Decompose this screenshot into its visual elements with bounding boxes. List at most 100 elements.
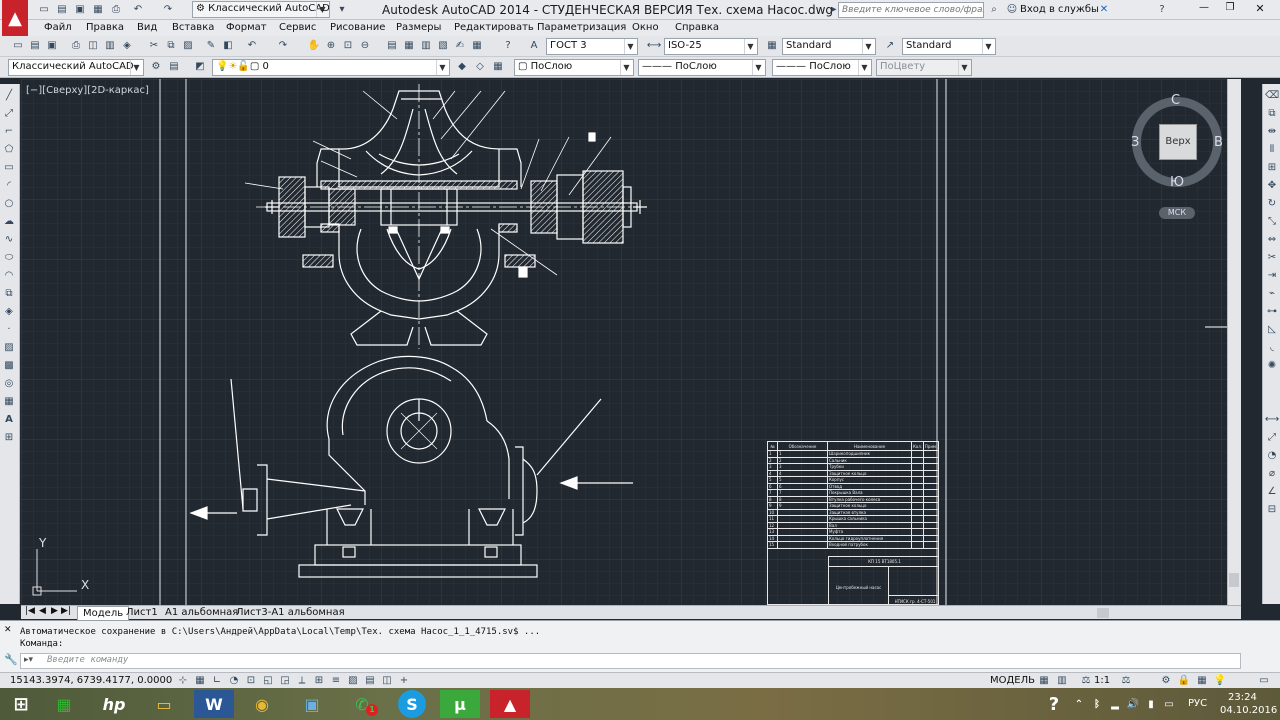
tab-sheet1[interactable]: Лист1: [121, 606, 163, 620]
color-select[interactable]: ▢ ПоСлою ▼: [514, 59, 634, 76]
qa-new-icon[interactable]: ▭: [36, 2, 52, 18]
menu-insert[interactable]: Вставка: [172, 22, 214, 33]
save-icon[interactable]: ▣: [44, 38, 60, 54]
arc-icon[interactable]: ◜: [1, 178, 17, 194]
mtext-icon[interactable]: A: [1, 412, 17, 428]
dim-style-select[interactable]: ISO-25 ▼: [664, 38, 758, 55]
quick-view-layouts-icon[interactable]: ▦: [1036, 673, 1052, 689]
word-icon[interactable]: W: [194, 690, 234, 718]
minimize-button[interactable]: —: [1192, 2, 1216, 17]
properties-icon[interactable]: ▤: [384, 38, 400, 54]
layer-select[interactable]: 💡☀🔓▢ 0 ▼: [212, 59, 450, 76]
tab-prev-icon[interactable]: ◀: [39, 606, 46, 616]
search-icon[interactable]: ⌕: [986, 2, 1002, 18]
menu-tools[interactable]: Сервис: [279, 22, 316, 33]
gradient-icon[interactable]: ▩: [1, 358, 17, 374]
menu-format[interactable]: Формат: [226, 22, 267, 33]
coordinates-readout[interactable]: 15143.3974, 6739.4177, 0.0000: [10, 675, 172, 686]
qa-print-icon[interactable]: ⎙: [108, 2, 124, 18]
revcloud-icon[interactable]: ☁: [1, 214, 17, 230]
workspace-quick-select[interactable]: ⚙ Классический AutoCAD ▼: [192, 1, 330, 18]
drawing-svg[interactable]: X Y: [21, 79, 1241, 605]
extend-icon[interactable]: ⇥: [1264, 268, 1280, 284]
3d-osnap-icon[interactable]: ◱: [260, 673, 276, 689]
quick-view-drawings-icon[interactable]: ▥: [1054, 673, 1070, 689]
tab-last-icon[interactable]: ▶|: [61, 606, 71, 616]
dim-style-icon[interactable]: ⟷: [646, 38, 662, 54]
network-icon[interactable]: ▂: [1108, 690, 1122, 718]
zoom-window-icon[interactable]: ⊡: [340, 38, 356, 54]
markup-icon[interactable]: ✍: [452, 38, 468, 54]
workspace-save-icon[interactable]: ▤: [166, 59, 182, 75]
pan-icon[interactable]: ✋: [306, 38, 322, 54]
clock-time[interactable]: 23:24: [1228, 692, 1257, 703]
construction-line-icon[interactable]: ⤢: [1, 106, 17, 122]
dim-aligned-icon[interactable]: ⤢: [1264, 430, 1280, 446]
region-icon[interactable]: ◎: [1, 376, 17, 392]
menu-edit[interactable]: Правка: [86, 22, 124, 33]
chamfer-icon[interactable]: ◺: [1264, 322, 1280, 338]
language-indicator[interactable]: РУС: [1188, 698, 1207, 709]
chrome-icon[interactable]: ◉: [242, 690, 282, 718]
polyline-icon[interactable]: ⌐: [1, 124, 17, 140]
autocad-taskbar-icon[interactable]: ▲: [490, 690, 530, 718]
spline-icon[interactable]: ∿: [1, 232, 17, 248]
bluetooth-icon[interactable]: ᛒ: [1090, 690, 1104, 718]
multileader-style-select[interactable]: Standard ▼: [902, 38, 996, 55]
menu-dimension[interactable]: Размеры: [396, 22, 441, 33]
ortho-mode-icon[interactable]: ∟: [209, 673, 225, 689]
dim-linear-icon[interactable]: ⟷: [1264, 412, 1280, 428]
compass-north[interactable]: С: [1171, 93, 1180, 108]
stretch-icon[interactable]: ⇔: [1264, 232, 1280, 248]
dim-baseline-icon[interactable]: ⊟: [1264, 502, 1280, 518]
command-close-icon[interactable]: ✕: [4, 625, 12, 635]
battery-icon[interactable]: ▮: [1144, 690, 1158, 718]
vertical-scrollbar[interactable]: [1227, 79, 1241, 605]
workspace-select[interactable]: Классический AutoCAD ▼: [8, 59, 144, 76]
drawing-viewport[interactable]: X Y [−][Сверху][2D-каркас] Верх С Ю В З …: [21, 79, 1241, 605]
annotation-scale-value[interactable]: 1:1: [1094, 675, 1110, 686]
compass-east[interactable]: В: [1214, 135, 1223, 150]
insert-block-icon[interactable]: ⧉: [1, 286, 17, 302]
line-icon[interactable]: ╱: [1, 88, 17, 104]
make-block-icon[interactable]: ◈: [1, 304, 17, 320]
exchange-icon[interactable]: ✕: [1096, 2, 1112, 18]
user-icon[interactable]: ☺: [1004, 2, 1020, 18]
copy-object-icon[interactable]: ⧉: [1264, 106, 1280, 122]
qa-open-icon[interactable]: ▤: [54, 2, 70, 18]
block-editor-icon[interactable]: ◧: [220, 38, 236, 54]
viewport-controls-label[interactable]: [−][Сверху][2D-каркас]: [26, 85, 149, 96]
copy-icon[interactable]: ⧉: [163, 38, 179, 54]
help-tb-icon[interactable]: ?: [500, 38, 516, 54]
publish-icon[interactable]: ▥: [102, 38, 118, 54]
model-space-button[interactable]: МОДЕЛЬ: [990, 675, 1035, 686]
dim-angular-icon[interactable]: ∠: [1264, 484, 1280, 500]
workspace-switch-icon[interactable]: ⚙: [1158, 673, 1174, 689]
quick-properties-icon[interactable]: ▤: [362, 673, 378, 689]
table-icon[interactable]: ▦: [1, 394, 17, 410]
table-style-icon[interactable]: ▦: [764, 38, 780, 54]
annotation-visibility-icon[interactable]: ⚖: [1118, 673, 1134, 689]
selection-cycling-icon[interactable]: ◫: [379, 673, 395, 689]
isolate-objects-icon[interactable]: 💡: [1212, 673, 1228, 689]
make-current-layer-icon[interactable]: ◆: [454, 59, 470, 75]
dynamic-ucs-icon[interactable]: ⟂: [294, 673, 310, 689]
clean-screen-icon[interactable]: ▭: [1256, 673, 1272, 689]
table-style-select[interactable]: Standard ▼: [782, 38, 876, 55]
circle-icon[interactable]: ○: [1, 196, 17, 212]
qa-save-icon[interactable]: ▣: [72, 2, 88, 18]
polar-tracking-icon[interactable]: ◔: [226, 673, 242, 689]
command-input[interactable]: ▸▾ Введите команду: [20, 653, 1241, 669]
menu-view[interactable]: Вид: [137, 22, 157, 33]
compass-west[interactable]: З: [1131, 135, 1139, 150]
zoom-realtime-icon[interactable]: ⊕: [323, 38, 339, 54]
command-settings-icon[interactable]: 🔧: [4, 653, 18, 666]
windows-start-icon[interactable]: ⊞: [0, 690, 42, 718]
text-style-select[interactable]: ГОСТ 3 ▼: [546, 38, 638, 55]
object-snap-icon[interactable]: ⊡: [243, 673, 259, 689]
tab-sheet3-a1[interactable]: Лист3-А1 альбомная: [231, 606, 350, 620]
qa-saveas-icon[interactable]: ▦: [90, 2, 106, 18]
polygon-icon[interactable]: ⬠: [1, 142, 17, 158]
compass-south[interactable]: Ю: [1170, 175, 1184, 190]
preview-icon[interactable]: ◫: [85, 38, 101, 54]
